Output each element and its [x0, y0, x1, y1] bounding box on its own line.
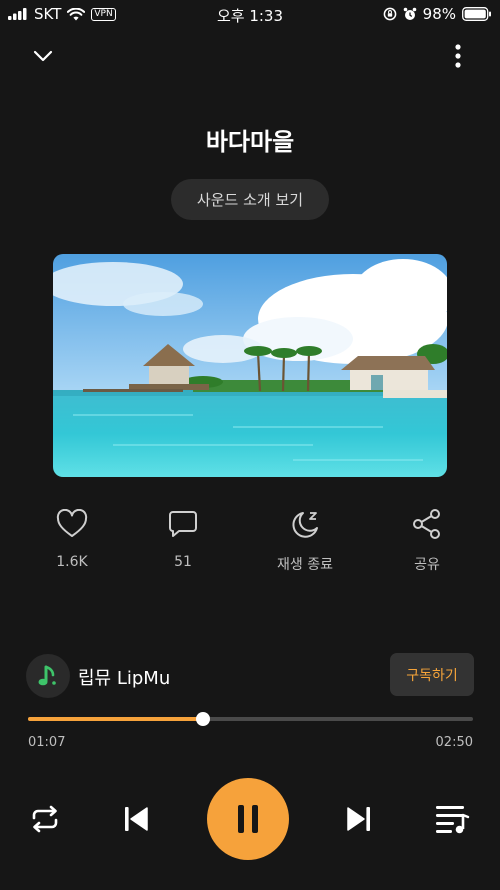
moon-z-icon — [292, 512, 318, 538]
status-bar: SKT VPN 오후 1:33 98% — [0, 0, 500, 30]
previous-button[interactable] — [117, 801, 155, 837]
comment-action[interactable]: 51 — [138, 504, 228, 570]
status-right: 98% — [383, 5, 492, 23]
like-action[interactable]: 1.6K — [27, 504, 117, 570]
cover-image — [53, 254, 447, 477]
comment-icon — [169, 511, 197, 537]
channel-avatar[interactable] — [26, 654, 70, 698]
repeat-button[interactable] — [26, 800, 64, 838]
progress-slider[interactable] — [28, 712, 473, 726]
sleep-timer-action[interactable]: 재생 종료 — [260, 504, 350, 574]
like-count: 1.6K — [56, 554, 88, 570]
battery-percent: 98% — [422, 5, 456, 23]
share-label: 공유 — [414, 557, 440, 573]
share-action[interactable]: 공유 — [382, 504, 472, 574]
skip-previous-icon — [125, 807, 148, 831]
alarm-icon — [403, 7, 416, 20]
more-options-button[interactable] — [444, 40, 472, 72]
playlist-button[interactable] — [432, 800, 472, 838]
sound-title: 바다마을 — [205, 128, 295, 156]
total-time: 02:50 — [435, 735, 473, 750]
progress-thumb[interactable] — [196, 712, 211, 726]
repeat-icon — [32, 805, 58, 833]
subscribe-button[interactable]: 구독하기 — [390, 653, 474, 696]
progress-fill — [28, 717, 204, 721]
pause-button[interactable] — [207, 778, 289, 860]
current-time: 01:07 — [28, 735, 66, 750]
sound-intro-button[interactable]: 사운드 소개 보기 — [171, 179, 329, 220]
pause-icon — [238, 805, 258, 833]
skip-next-icon — [347, 807, 370, 831]
orientation-lock-icon — [383, 7, 397, 21]
playlist-icon — [436, 806, 470, 834]
collapse-button[interactable] — [28, 42, 58, 70]
next-button[interactable] — [340, 801, 378, 837]
chevron-down-icon — [33, 50, 53, 62]
sleep-timer-label: 재생 종료 — [277, 557, 333, 573]
music-note-logo-icon — [38, 665, 56, 686]
battery-icon — [462, 7, 491, 21]
more-vertical-icon — [455, 44, 461, 68]
share-icon — [413, 509, 440, 539]
comment-count: 51 — [174, 554, 192, 570]
heart-icon — [56, 509, 88, 537]
channel-name[interactable]: 립뮤 LipMu — [78, 664, 170, 690]
